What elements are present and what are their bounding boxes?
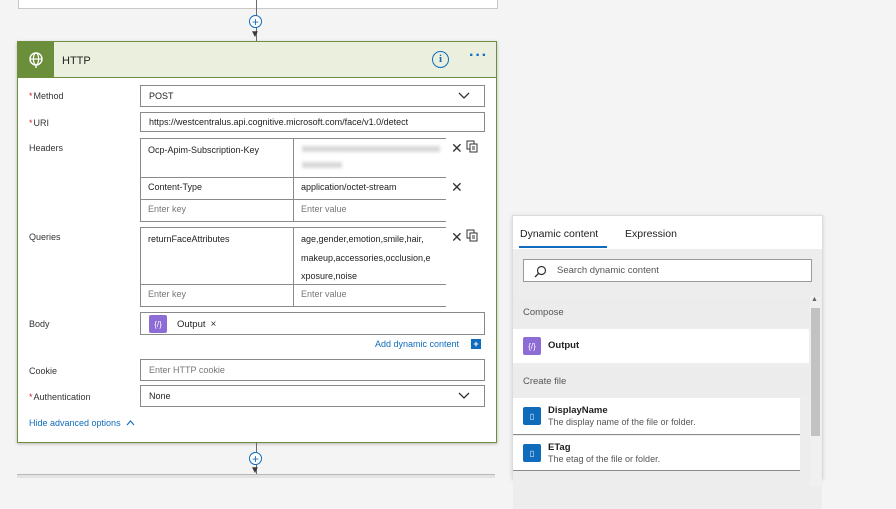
insert-step-plus-icon[interactable]: + [249, 15, 262, 28]
scroll-up-icon[interactable]: ▲ [811, 296, 818, 303]
http-action-card: HTTP i ··· *Method POST *URI https://wes… [17, 41, 497, 443]
active-tab-indicator [519, 246, 607, 248]
switch-to-text-mode-icon[interactable] [466, 229, 478, 242]
query-key-cell[interactable]: returnFaceAttributes [140, 227, 293, 285]
authentication-value: None [149, 391, 171, 401]
add-dynamic-plus-icon[interactable]: + [471, 339, 481, 349]
redacted-text [302, 162, 342, 168]
header-key-cell[interactable]: Ocp-Apim-Subscription-Key [140, 138, 293, 178]
tab-expression[interactable]: Expression [625, 228, 677, 240]
redacted-text [302, 146, 440, 152]
panel-body: Search dynamic content Compose {/} Outpu… [513, 249, 822, 509]
search-icon [534, 265, 547, 278]
info-icon[interactable]: i [432, 51, 449, 68]
cookie-input[interactable]: Enter HTTP cookie [140, 359, 485, 381]
search-placeholder: Search dynamic content [557, 265, 659, 276]
card-header[interactable]: HTTP i ··· [18, 42, 496, 78]
chevron-down-icon [458, 92, 470, 99]
output-token[interactable]: {/} Output × [149, 315, 216, 333]
queries-label: Queries [29, 232, 61, 242]
dynamic-item-displayname[interactable]: ▯ DisplayName The display name of the fi… [513, 398, 800, 435]
delete-row-icon[interactable]: ✕ [451, 180, 463, 194]
previous-action-card[interactable] [18, 0, 498, 9]
remove-token-icon[interactable]: × [211, 319, 217, 330]
globe-icon [18, 42, 54, 77]
section-create-file: Create file [513, 368, 809, 396]
delete-row-icon[interactable]: ✕ [451, 141, 463, 155]
uri-label: *URI [29, 118, 50, 128]
query-value-placeholder[interactable]: Enter value [293, 285, 446, 307]
compose-icon: {/} [523, 337, 541, 355]
authentication-label: *Authentication [29, 392, 91, 402]
more-options-icon[interactable]: ··· [469, 47, 488, 65]
header-value-cell[interactable]: application/octet-stream [293, 178, 446, 200]
scrollbar-thumb[interactable] [811, 308, 820, 436]
cookie-label: Cookie [29, 366, 58, 376]
chevron-up-icon [126, 420, 135, 426]
onedrive-icon: ▯ [523, 444, 541, 462]
dynamic-content-search-input[interactable]: Search dynamic content [523, 259, 812, 282]
card-title: HTTP [62, 55, 91, 67]
header-value-cell-redacted[interactable] [293, 138, 446, 178]
add-dynamic-content-link[interactable]: Add dynamic content [375, 339, 459, 349]
dynamic-item-output[interactable]: {/} Output [513, 329, 809, 363]
body-label: Body [29, 319, 50, 329]
connector-arrow-icon: ▼ [250, 29, 260, 40]
hide-advanced-options-link[interactable]: Hide advanced options [29, 418, 135, 428]
header-value-placeholder[interactable]: Enter value [293, 200, 446, 222]
query-value-cell[interactable]: age,gender,emotion,smile,hair, makeup,ac… [293, 227, 446, 285]
dynamic-item-etag[interactable]: ▯ ETag The etag of the file or folder. [513, 436, 800, 471]
compose-icon: {/} [149, 315, 167, 333]
token-label: Output [177, 318, 206, 330]
next-action-card[interactable] [17, 474, 495, 478]
chevron-down-icon [458, 392, 470, 399]
dynamic-content-panel: Dynamic content Expression Search dynami… [512, 215, 823, 509]
insert-step-plus-icon[interactable]: + [249, 452, 262, 465]
switch-to-text-mode-icon[interactable] [466, 140, 478, 153]
method-label: *Method [29, 91, 64, 101]
method-select[interactable]: POST [140, 85, 485, 107]
body-input[interactable]: {/} Output × [140, 312, 485, 335]
tab-dynamic-content[interactable]: Dynamic content [520, 228, 598, 240]
authentication-select[interactable]: None [140, 385, 485, 407]
onedrive-icon: ▯ [523, 407, 541, 425]
panel-scrollbar[interactable]: ▲ [810, 296, 821, 486]
header-key-placeholder[interactable]: Enter key [140, 200, 293, 222]
header-key-cell[interactable]: Content-Type [140, 178, 293, 200]
headers-label: Headers [29, 143, 64, 153]
method-value: POST [149, 91, 174, 101]
query-key-placeholder[interactable]: Enter key [140, 285, 293, 307]
uri-input[interactable]: https://westcentralus.api.cognitive.micr… [140, 112, 485, 132]
delete-row-icon[interactable]: ✕ [451, 230, 463, 244]
section-compose: Compose [513, 299, 809, 327]
